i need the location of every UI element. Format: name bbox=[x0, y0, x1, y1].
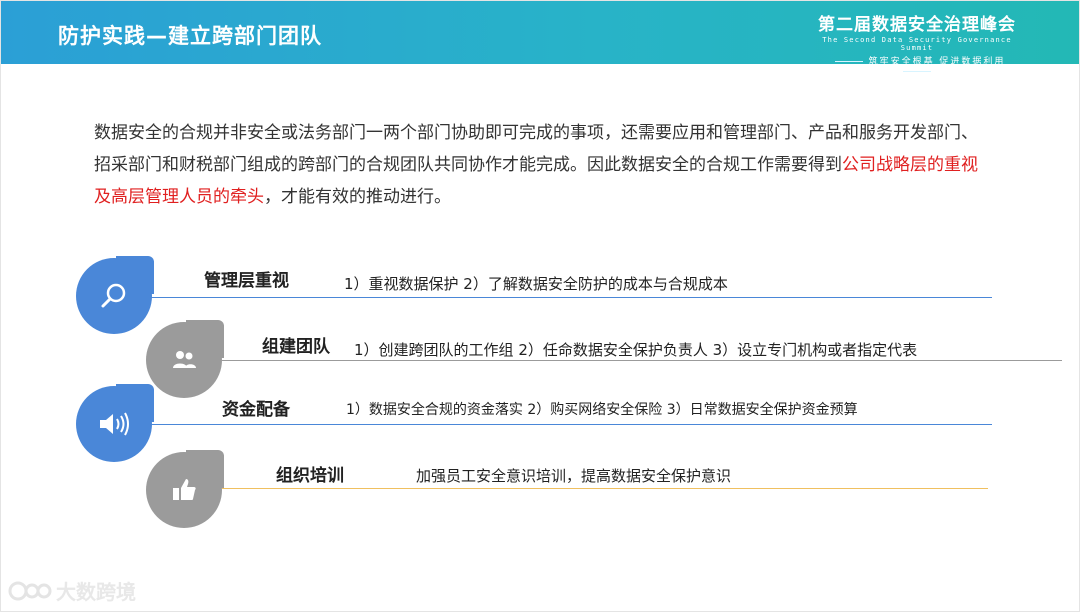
row-1-underline bbox=[150, 297, 992, 298]
row-2-bubble bbox=[146, 320, 224, 398]
speaker-icon bbox=[100, 412, 129, 436]
header-bar: 防护实践—建立跨部门团队 第二届数据安全治理峰会 The Second Data… bbox=[0, 0, 1080, 67]
page-title: 防护实践—建立跨部门团队 bbox=[58, 24, 322, 48]
watermark-text: 大数跨境 bbox=[56, 580, 136, 604]
thumbs-up-icon bbox=[173, 479, 196, 500]
row-3-title: 资金配备 bbox=[222, 400, 290, 420]
watermark: 大数跨境 bbox=[8, 576, 136, 605]
brand-title: 第二届数据安全治理峰会 bbox=[818, 15, 1016, 35]
brand-slogan: 筑牢安全根基 促进数据利用 bbox=[812, 54, 1022, 77]
brand-english: The Second Data Security Governance Summ… bbox=[822, 36, 1012, 52]
row-3-detail: 1）数据安全合规的资金落实 2）购买网络安全保险 3）日常数据安全保护资金预算 bbox=[346, 402, 858, 418]
summit-brand: 第二届数据安全治理峰会 The Second Data Security Gov… bbox=[812, 10, 1022, 77]
row-4-underline bbox=[222, 488, 988, 489]
row-4-title: 组织培训 bbox=[276, 466, 344, 486]
watermark-logo-icon bbox=[8, 581, 52, 600]
row-1-bubble bbox=[76, 256, 154, 334]
row-2-detail: 1）创建跨团队的工作组 2）任命数据安全保护负责人 3）设立专门机构或者指定代表 bbox=[354, 341, 918, 359]
row-1-detail: 1）重视数据保护 2）了解数据安全防护的成本与合规成本 bbox=[344, 275, 728, 293]
people-icon bbox=[173, 351, 196, 368]
row-3-underline bbox=[150, 424, 992, 425]
row-3-bubble bbox=[76, 384, 154, 462]
search-icon bbox=[101, 283, 126, 308]
row-1-title: 管理层重视 bbox=[204, 271, 289, 291]
row-4-detail: 加强员工安全意识培训，提高数据安全保护意识 bbox=[416, 467, 732, 485]
intro-text-end: ，才能有效的推动进行。 bbox=[264, 187, 451, 207]
row-4-bubble bbox=[146, 450, 224, 528]
row-2-title: 组建团队 bbox=[262, 337, 330, 357]
row-2-underline bbox=[222, 360, 1062, 361]
intro-paragraph: 数据安全的合规并非安全或法务部门一两个部门协助即可完成的事项，还需要应用和管理部… bbox=[94, 117, 994, 213]
